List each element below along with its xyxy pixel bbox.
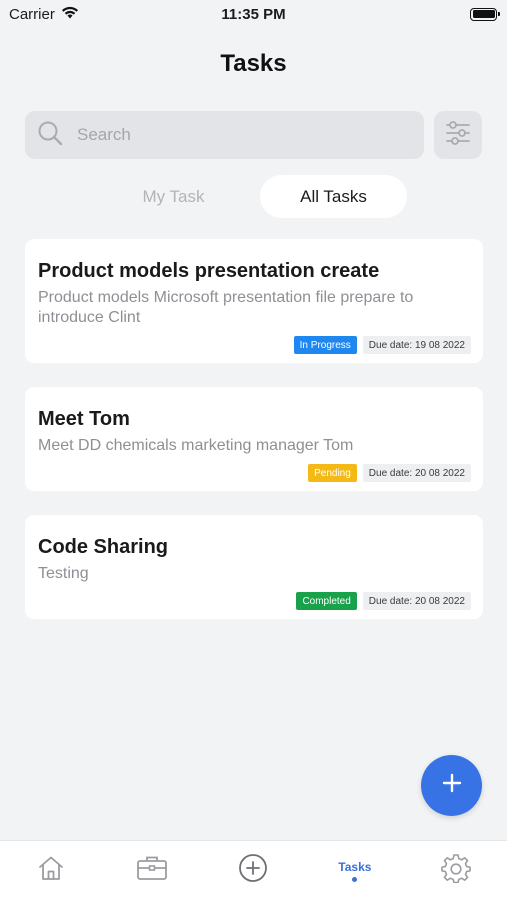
task-meta: Pending Due date: 20 08 2022	[308, 464, 471, 482]
filter-button[interactable]	[434, 111, 482, 159]
tab-tasks[interactable]: Tasks	[304, 841, 405, 900]
carrier-label: Carrier	[9, 5, 55, 23]
task-meta: In Progress Due date: 19 08 2022	[293, 336, 471, 354]
search-icon	[37, 120, 63, 151]
tab-my-task[interactable]: My Task	[100, 175, 247, 218]
tab-settings[interactable]	[406, 841, 507, 900]
wifi-icon	[61, 6, 79, 23]
tab-tasks-label: Tasks	[338, 859, 372, 874]
tab-all-tasks[interactable]: All Tasks	[260, 175, 407, 218]
status-bar: Carrier 11:35 PM	[0, 0, 507, 28]
tab-projects[interactable]	[102, 841, 203, 900]
status-badge: Completed	[296, 592, 357, 610]
active-tab-indicator	[352, 876, 358, 882]
due-date: Due date: 20 08 2022	[362, 464, 471, 482]
filter-sliders-icon	[445, 120, 471, 150]
add-task-button[interactable]	[421, 755, 482, 816]
battery-icon	[470, 7, 500, 21]
due-date: Due date: 19 08 2022	[362, 336, 471, 354]
task-card[interactable]: Code Sharing Testing Completed Due date:…	[25, 515, 483, 619]
status-badge: Pending	[308, 464, 357, 482]
bottom-tab-bar: Tasks	[0, 840, 507, 900]
tab-add[interactable]	[203, 841, 304, 900]
task-title: Code Sharing	[38, 536, 169, 558]
search-box[interactable]	[25, 111, 424, 159]
briefcase-icon	[136, 855, 168, 886]
task-card[interactable]: Product models presentation create Produ…	[25, 239, 483, 363]
status-badge: In Progress	[293, 336, 357, 354]
search-input[interactable]	[77, 125, 357, 145]
task-title: Meet Tom	[38, 408, 130, 430]
gear-icon	[441, 853, 472, 888]
home-icon	[37, 855, 65, 886]
task-meta: Completed Due date: 20 08 2022	[296, 592, 471, 610]
tab-home[interactable]	[0, 841, 101, 900]
page-title: Tasks	[220, 50, 287, 77]
task-description: Product models Microsoft presentation fi…	[38, 289, 414, 326]
add-circle-icon	[238, 853, 268, 888]
due-date: Due date: 20 08 2022	[362, 592, 471, 610]
task-scope-segmented-control: My Task All Tasks	[100, 175, 407, 218]
task-card[interactable]: Meet Tom Meet DD chemicals marketing man…	[25, 387, 483, 491]
task-description: Testing	[38, 565, 89, 582]
plus-icon	[442, 773, 462, 798]
task-title: Product models presentation create	[38, 260, 380, 282]
status-left: Carrier	[9, 6, 79, 23]
task-description: Meet DD chemicals marketing manager Tom	[38, 437, 354, 454]
